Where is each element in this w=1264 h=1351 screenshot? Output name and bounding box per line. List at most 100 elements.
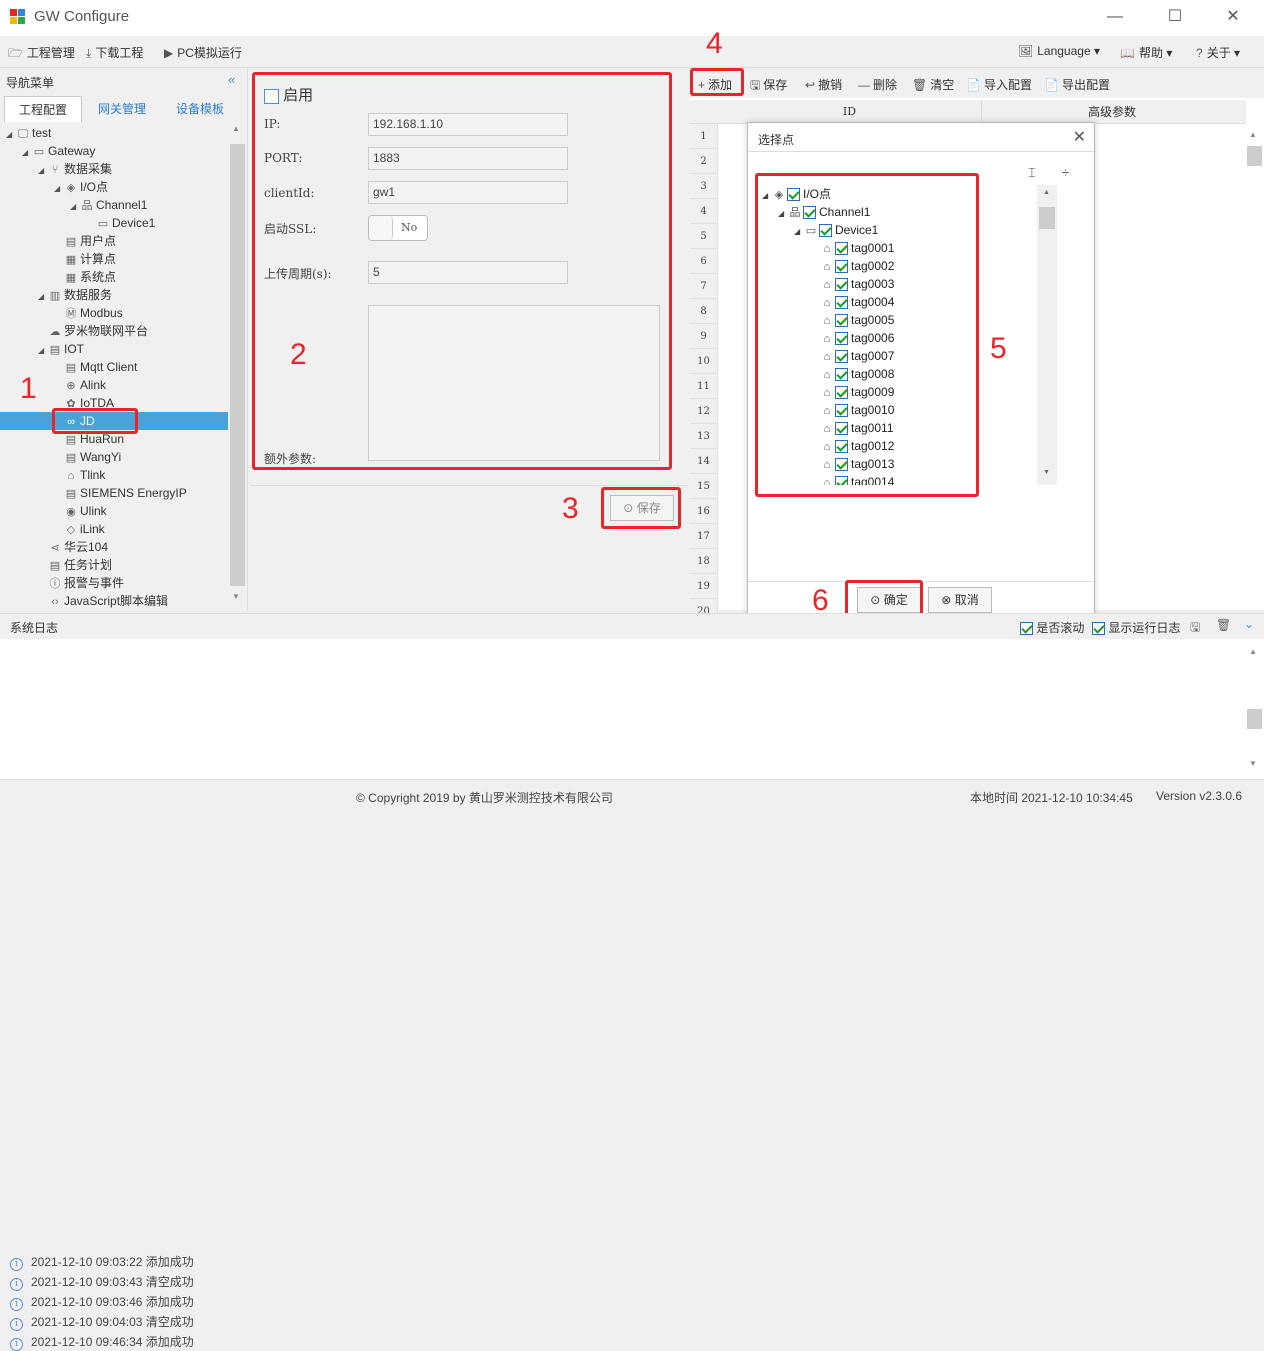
log-entry: i 2021-12-10 09:03:46 添加成功	[10, 1293, 194, 1311]
expand-toggle-icon[interactable]: ◢	[38, 162, 48, 180]
tree-node-iot[interactable]: ◢ ▤ IOT	[38, 340, 84, 358]
tree-node-[interactable]: ▤ 任务计划	[38, 556, 112, 574]
scroll-down-icon[interactable]: ▼	[1043, 469, 1050, 476]
tree-node-modbus[interactable]: Ⓜ Modbus	[54, 304, 123, 322]
dialog-tree-scrollbar[interactable]: ▲ ▼	[1037, 185, 1057, 485]
expand-toggle-icon[interactable]: ◢	[38, 342, 48, 360]
col-advanced-header[interactable]: 高级参数	[982, 100, 1242, 124]
scroll-down-icon[interactable]: ▼	[232, 592, 240, 601]
scroll-up-icon[interactable]: ▲	[1249, 130, 1257, 139]
tree-node-label: Modbus	[80, 306, 123, 320]
system-log-panel: 系统日志 是否滚动 显示运行日志 🖫 🗑 ⌄ i 2021-12-10 09:03…	[0, 613, 1264, 1351]
maximize-button[interactable]: ☐	[1160, 6, 1190, 28]
about-menu[interactable]: ? 关于 ▾	[1196, 44, 1240, 61]
delete-button[interactable]: — 删除	[858, 76, 897, 93]
export-button[interactable]: 📄 导出配置	[1044, 76, 1110, 93]
tree-node-[interactable]: ▤ 用户点	[54, 232, 116, 250]
tree-node-[interactable]: ⓘ 报警与事件	[38, 574, 125, 592]
expand-toggle-icon[interactable]: ◢	[54, 180, 64, 198]
chevron-down-icon: ▾	[1093, 44, 1100, 58]
download-menu[interactable]: ⤓ 下载工程	[86, 44, 143, 61]
undo-icon: ↩	[805, 78, 816, 92]
annotation-box-4	[690, 68, 744, 96]
tab-device-template[interactable]: 设备模板	[162, 96, 238, 122]
expand-all-icon[interactable]: ⌶	[1028, 165, 1036, 181]
save-log-icon[interactable]: 🖫	[1190, 618, 1200, 639]
tree-node-device1[interactable]: ▭ Device1	[86, 214, 156, 232]
collapse-icon[interactable]: «	[228, 72, 235, 87]
autoscroll-check-icon[interactable]	[1020, 622, 1033, 636]
tree-node-alink[interactable]: ⊕ Alink	[54, 376, 106, 394]
dialog-title: 选择点	[758, 133, 795, 147]
language-menu[interactable]: 🖼 Language ▾	[1018, 44, 1100, 58]
collapse-log-icon[interactable]: ⌄	[1244, 617, 1254, 631]
tree-node-ilink[interactable]: ◇ iLink	[54, 520, 105, 538]
close-button[interactable]: ✕	[1218, 6, 1248, 28]
tree-node-[interactable]: ▦ 系统点	[54, 268, 116, 286]
annotation-5: 5	[990, 332, 1007, 365]
code-icon: ‹›	[51, 596, 59, 608]
tree-node-[interactable]: ▦ 计算点	[54, 250, 116, 268]
tree-node-i-o[interactable]: ◢ ◈ I/O点	[54, 178, 108, 196]
tree-node-mqtt-client[interactable]: ▤ Mqtt Client	[54, 358, 138, 376]
project-mgmt-label: 工程管理	[26, 46, 75, 60]
tab-project-config[interactable]: 工程配置	[4, 96, 82, 122]
tree-node-channel1[interactable]: ◢ 品 Channel1	[70, 196, 147, 214]
download-label: 下载工程	[95, 46, 144, 60]
device-icon: ▭	[97, 218, 109, 230]
dialog-close-icon[interactable]: ✕	[1073, 127, 1086, 147]
log-scrollbar[interactable]: ▲ ▼	[1246, 641, 1263, 777]
scroll-up-icon[interactable]: ▲	[1249, 647, 1257, 656]
scroll-up-icon[interactable]: ▲	[232, 124, 240, 133]
dialog-cancel-button[interactable]: ⊗ 取消	[928, 587, 992, 613]
tree-node-wangyi[interactable]: ▤ WangYi	[54, 448, 121, 466]
tree-node-tlink[interactable]: ⌂ Tlink	[54, 466, 106, 484]
expand-toggle-icon[interactable]: ◢	[38, 288, 48, 306]
undo-button[interactable]: ↩ 撤销	[805, 76, 842, 93]
row-number: 3	[690, 174, 718, 199]
clear-log-icon[interactable]: 🗑	[1216, 618, 1231, 632]
simulate-menu[interactable]: ▶ PC模拟运行	[164, 44, 242, 61]
import-button[interactable]: 📄 导入配置	[966, 76, 1032, 93]
tree-node-gateway[interactable]: ◢ ▭ Gateway	[22, 142, 95, 160]
tree-node-ulink[interactable]: ◉ Ulink	[54, 502, 106, 520]
expand-toggle-icon[interactable]: ◢	[70, 198, 80, 216]
scroll-up-icon[interactable]: ▲	[1043, 189, 1050, 196]
minimize-button[interactable]: —	[1100, 6, 1130, 28]
annotation-4: 4	[706, 27, 723, 60]
col-id-header[interactable]: ID	[718, 100, 982, 124]
help-menu[interactable]: 📖 帮助 ▾	[1120, 44, 1172, 61]
show-runtime-check-icon[interactable]	[1092, 622, 1105, 636]
dialog-scroll-thumb[interactable]	[1039, 207, 1055, 229]
grid-scrollbar[interactable]: ▲	[1246, 124, 1263, 610]
alarm-icon: ⓘ	[49, 578, 61, 590]
tab-gateway-mgmt[interactable]: 网关管理	[84, 96, 160, 122]
tree-node-[interactable]: ◢ ⑂ 数据采集	[38, 160, 112, 178]
calc-point-icon: ▦	[65, 254, 77, 266]
project-mgmt-menu[interactable]: 🗁 工程管理	[8, 44, 75, 65]
tree-node-104[interactable]: ⋖ 华云104	[38, 538, 108, 556]
clear-button[interactable]: 🗑 清空	[912, 76, 954, 93]
tree-node-label: Tlink	[80, 468, 106, 482]
tree-node-javascript[interactable]: ‹› JavaScript脚本编辑	[38, 592, 168, 610]
grid-scroll-thumb[interactable]	[1247, 146, 1262, 166]
log-entry: i 2021-12-10 09:46:34 添加成功	[10, 1333, 194, 1351]
tree-node-label: 数据采集	[64, 162, 113, 176]
expand-toggle-icon[interactable]: ◢	[6, 126, 16, 144]
simulate-label: PC模拟运行	[177, 46, 242, 60]
nav-scrollbar[interactable]: ▲ ▼	[229, 124, 246, 610]
tree-node-siemens-energyip[interactable]: ▤ SIEMENS EnergyIP	[54, 484, 187, 502]
tree-node-[interactable]: ◢ ▥ 数据服务	[38, 286, 112, 304]
log-scroll-thumb[interactable]	[1247, 709, 1262, 729]
nav-scroll-thumb[interactable]	[230, 144, 245, 586]
toolbar-save-button[interactable]: 🖫 保存	[750, 76, 787, 97]
autoscroll-checkbox[interactable]: 是否滚动	[1020, 619, 1084, 636]
collapse-all-icon[interactable]: ÷	[1062, 165, 1069, 180]
expand-toggle-icon[interactable]: ◢	[22, 144, 32, 162]
scroll-down-icon[interactable]: ▼	[1249, 759, 1257, 768]
tree-node-[interactable]: ☁ 罗米物联网平台	[38, 322, 149, 340]
chevron-down-icon: ▾	[1166, 46, 1173, 60]
tree-node-test[interactable]: ◢ 🖵 test	[6, 124, 51, 142]
show-runtime-checkbox[interactable]: 显示运行日志	[1092, 619, 1180, 636]
tree-node-label: 系统点	[80, 270, 117, 284]
